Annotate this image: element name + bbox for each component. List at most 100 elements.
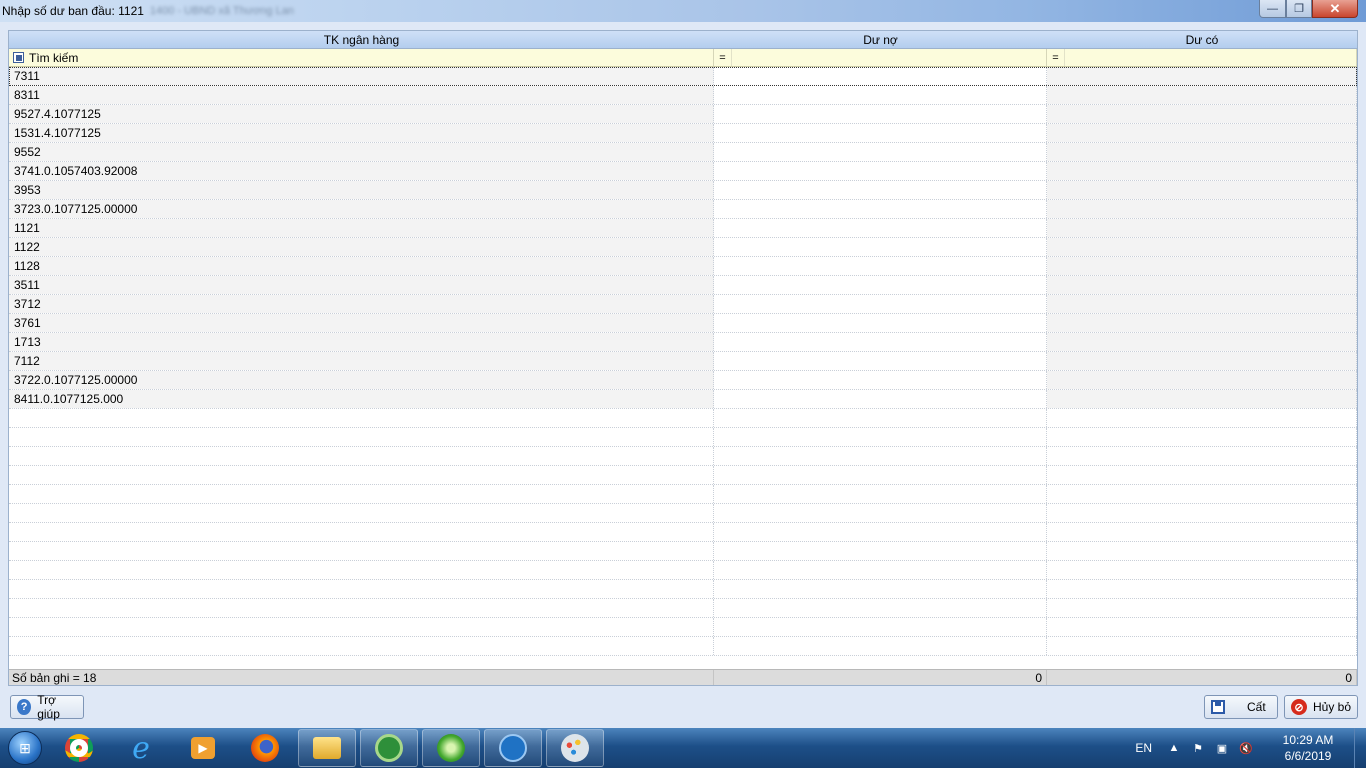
cell-bank-account[interactable] [9,447,714,465]
empty-row[interactable] [9,618,1357,637]
table-row[interactable]: 7112 [9,352,1357,371]
cell-bank-account[interactable]: 1713 [9,333,714,351]
start-button[interactable]: ⊞ [0,728,50,768]
cell-debit[interactable] [714,124,1047,142]
cell-bank-account[interactable]: 3712 [9,295,714,313]
cell-debit[interactable] [714,105,1047,123]
filter-cell-account[interactable]: Tìm kiếm [9,49,714,66]
network-icon[interactable]: ▣ [1214,740,1230,756]
empty-row[interactable] [9,428,1357,447]
filter-cell-credit[interactable]: = [1047,49,1357,66]
cell-bank-account[interactable] [9,466,714,484]
taskbar-remote-desktop[interactable] [484,729,542,767]
table-row[interactable]: 3511 [9,276,1357,295]
cell-debit[interactable] [714,466,1047,484]
cell-credit[interactable] [1047,447,1357,465]
cell-bank-account[interactable]: 3953 [9,181,714,199]
minimize-button[interactable]: — [1259,0,1286,18]
empty-row[interactable] [9,466,1357,485]
cell-bank-account[interactable]: 3722.0.1077125.00000 [9,371,714,389]
cell-bank-account[interactable] [9,485,714,503]
empty-row[interactable] [9,504,1357,523]
column-header-credit[interactable]: Dư có [1047,31,1357,48]
cell-debit[interactable] [714,428,1047,446]
cell-debit[interactable] [714,314,1047,332]
taskbar-media-player[interactable]: ▶ [174,729,232,767]
cell-debit[interactable] [714,561,1047,579]
cell-bank-account[interactable] [9,542,714,560]
cell-debit[interactable] [714,276,1047,294]
empty-row[interactable] [9,580,1357,599]
cell-bank-account[interactable]: 3511 [9,276,714,294]
cell-debit[interactable] [714,485,1047,503]
taskbar-green-app[interactable] [422,729,480,767]
table-row[interactable]: 3761 [9,314,1357,333]
cell-credit[interactable] [1047,314,1357,332]
empty-row[interactable] [9,637,1357,656]
taskbar-ie[interactable]: e [112,729,170,767]
save-button[interactable]: Cất [1204,695,1278,719]
cell-bank-account[interactable] [9,637,714,655]
table-row[interactable]: 3712 [9,295,1357,314]
volume-muted-icon[interactable]: 🔇 [1238,740,1254,756]
cell-credit[interactable] [1047,485,1357,503]
table-row[interactable]: 1531.4.1077125 [9,124,1357,143]
cell-bank-account[interactable] [9,428,714,446]
clock[interactable]: 10:29 AM 6/6/2019 [1262,732,1354,764]
table-row[interactable]: 1121 [9,219,1357,238]
filter-cell-debit[interactable]: = [714,49,1047,66]
cell-credit[interactable] [1047,295,1357,313]
cell-credit[interactable] [1047,409,1357,427]
empty-row[interactable] [9,542,1357,561]
table-row[interactable]: 8311 [9,86,1357,105]
cell-bank-account[interactable]: 8311 [9,86,714,104]
cell-debit[interactable] [714,200,1047,218]
taskbar-paint[interactable] [546,729,604,767]
cell-credit[interactable] [1047,523,1357,541]
cell-bank-account[interactable]: 1128 [9,257,714,275]
show-hidden-icons-icon[interactable]: ▲ [1166,740,1182,756]
cell-debit[interactable] [714,390,1047,408]
empty-row[interactable] [9,523,1357,542]
cell-debit[interactable] [714,67,1047,85]
cell-debit[interactable] [714,580,1047,598]
empty-row[interactable] [9,561,1357,580]
cell-bank-account[interactable]: 1122 [9,238,714,256]
cell-debit[interactable] [714,618,1047,636]
column-header-debit[interactable]: Dư nợ [714,31,1047,48]
table-row[interactable]: 3741.0.1057403.92008 [9,162,1357,181]
cell-credit[interactable] [1047,124,1357,142]
cell-bank-account[interactable] [9,618,714,636]
cell-credit[interactable] [1047,580,1357,598]
cell-debit[interactable] [714,162,1047,180]
filter-operator-credit[interactable]: = [1047,49,1065,66]
cell-debit[interactable] [714,295,1047,313]
language-indicator[interactable]: EN [1135,741,1152,755]
cell-debit[interactable] [714,409,1047,427]
cell-bank-account[interactable]: 9552 [9,143,714,161]
cell-credit[interactable] [1047,67,1357,85]
cell-credit[interactable] [1047,238,1357,256]
cell-bank-account[interactable]: 7112 [9,352,714,370]
cell-credit[interactable] [1047,618,1357,636]
cell-credit[interactable] [1047,599,1357,617]
cell-debit[interactable] [714,523,1047,541]
cell-debit[interactable] [714,181,1047,199]
table-row[interactable]: 1128 [9,257,1357,276]
cell-debit[interactable] [714,143,1047,161]
cell-debit[interactable] [714,257,1047,275]
table-row[interactable]: 3953 [9,181,1357,200]
cell-bank-account[interactable]: 3761 [9,314,714,332]
table-row[interactable]: 9527.4.1077125 [9,105,1357,124]
action-center-flag-icon[interactable]: ⚑ [1190,740,1206,756]
table-row[interactable]: 3722.0.1077125.00000 [9,371,1357,390]
cell-debit[interactable] [714,371,1047,389]
table-row[interactable]: 1713 [9,333,1357,352]
cell-bank-account[interactable]: 3741.0.1057403.92008 [9,162,714,180]
table-row[interactable]: 3723.0.1077125.00000 [9,200,1357,219]
cell-debit[interactable] [714,333,1047,351]
cell-bank-account[interactable] [9,599,714,617]
table-row[interactable]: 8411.0.1077125.000 [9,390,1357,409]
empty-row[interactable] [9,447,1357,466]
cell-debit[interactable] [714,447,1047,465]
